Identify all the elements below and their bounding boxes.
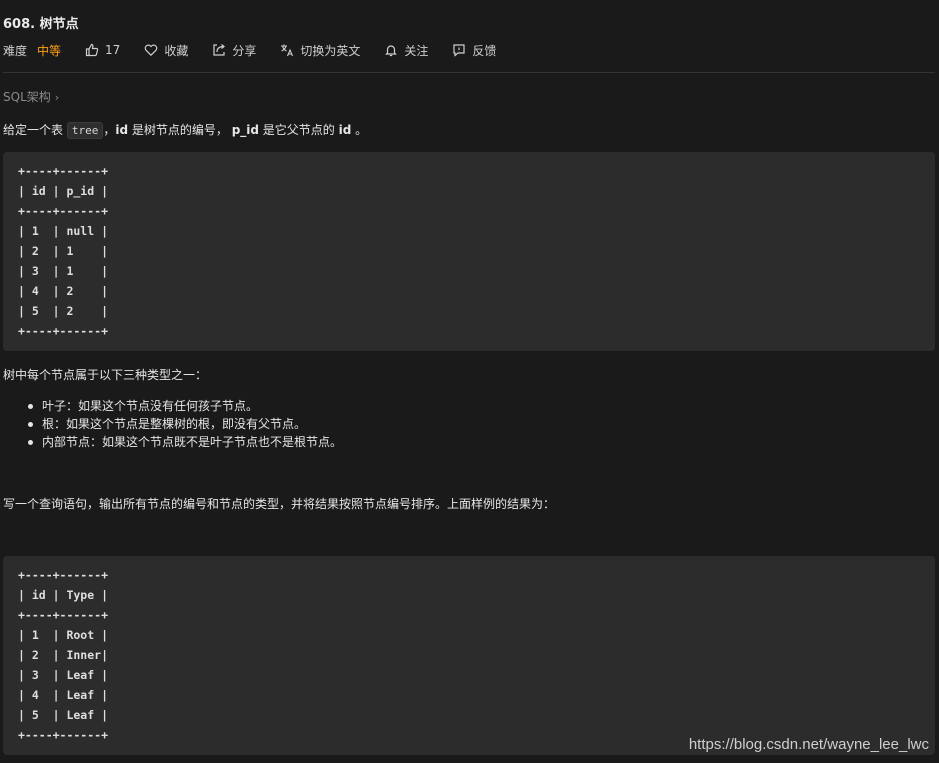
chevron-right-icon: › — [54, 91, 60, 104]
problem-title: 608. 树节点 — [3, 17, 79, 32]
tag-label: SQL架构 — [3, 90, 51, 104]
node-types-list: 叶子：如果这个节点没有任何孩子节点。 根：如果这个节点是整棵树的根，即没有父节点… — [24, 397, 342, 451]
feedback-icon — [452, 43, 466, 57]
difficulty-label: 难度 — [3, 43, 28, 58]
code-line: | 5 | Leaf | — [18, 708, 109, 722]
query-description: 写一个查询语句，输出所有节点的编号和节点的类型，并将结果按照节点编号排序。上面样… — [3, 497, 556, 511]
code-line: | id | Type | — [18, 588, 109, 602]
intro-bold-pid: p_id — [231, 123, 259, 137]
switch-language-label: 切换为英文 — [300, 43, 361, 58]
code-line: | 2 | 1 | — [18, 244, 109, 258]
tag-sql-schema-link[interactable]: SQL架构 › — [3, 88, 59, 105]
list-item: 根：如果这个节点是整棵树的根，即没有父节点。 — [24, 415, 342, 433]
intro-text-1: 给定一个表 — [3, 123, 67, 137]
difficulty: 难度 中等 — [3, 42, 61, 59]
code-line: +----+------+ — [18, 324, 109, 338]
code-line: | 3 | Leaf | — [18, 668, 109, 682]
bell-icon — [384, 43, 398, 57]
table-name-code: tree — [66, 122, 104, 139]
list-item: 叶子：如果这个节点没有任何孩子节点。 — [24, 397, 342, 415]
difficulty-badge: 中等 — [37, 43, 62, 58]
favorite-button[interactable]: 收藏 — [144, 42, 188, 59]
problem-page: 608. 树节点 难度 中等 17 收藏 分享 切换为英文 关注 反馈 SQL架… — [0, 0, 939, 763]
problem-meta-bar: 难度 中等 17 收藏 分享 切换为英文 关注 反馈 — [3, 41, 520, 59]
code-line: | id | p_id | — [18, 184, 109, 198]
code-line: +----+------+ — [18, 728, 109, 742]
code-line: | 3 | 1 | — [18, 264, 109, 278]
intro-text-2: ， — [103, 123, 116, 137]
code-line: | 4 | 2 | — [18, 284, 109, 298]
feedback-label: 反馈 — [472, 43, 497, 58]
heart-icon — [144, 43, 158, 57]
intro-bold-id-2: id — [338, 123, 352, 137]
intro-text-5: 。 — [351, 123, 368, 137]
code-line: +----+------+ — [18, 568, 109, 582]
feedback-button[interactable]: 反馈 — [452, 42, 496, 59]
follow-button[interactable]: 关注 — [384, 42, 428, 59]
share-label: 分享 — [232, 43, 257, 58]
code-line: | 2 | Inner| — [18, 648, 109, 662]
like-button[interactable]: 17 — [85, 43, 120, 57]
intro-text-4: 是它父节点的 — [258, 123, 339, 137]
watermark: https://blog.csdn.net/wayne_lee_lwc — [688, 736, 929, 753]
code-line: +----+------+ — [18, 204, 109, 218]
code-line: +----+------+ — [18, 164, 109, 178]
code-line: | 5 | 2 | — [18, 304, 109, 318]
code-line: | 4 | Leaf | — [18, 688, 109, 702]
switch-language-button[interactable]: 切换为英文 — [280, 42, 360, 59]
like-count: 17 — [105, 43, 121, 57]
code-line: +----+------+ — [18, 608, 109, 622]
output-table-codeblock: +----+------+ | id | Type | +----+------… — [3, 556, 935, 755]
translate-icon — [280, 43, 294, 57]
share-button[interactable]: 分享 — [212, 42, 256, 59]
node-types-intro: 树中每个节点属于以下三种类型之一： — [3, 368, 208, 382]
list-item: 内部节点：如果这个节点既不是叶子节点也不是根节点。 — [24, 433, 342, 451]
thumbs-up-icon — [85, 43, 99, 57]
intro-text-3: 是树节点的编号， — [128, 123, 232, 137]
code-line: | 1 | Root | — [18, 628, 109, 642]
header-divider — [3, 72, 935, 73]
favorite-label: 收藏 — [164, 43, 189, 58]
code-line: | 1 | null | — [18, 224, 109, 238]
share-icon — [212, 43, 226, 57]
follow-label: 关注 — [404, 43, 429, 58]
input-table-codeblock: +----+------+ | id | p_id | +----+------… — [3, 152, 935, 351]
intro-bold-id: id — [115, 123, 129, 137]
problem-intro: 给定一个表 tree ，id 是树节点的编号， p_id 是它父节点的 id 。 — [3, 121, 368, 139]
